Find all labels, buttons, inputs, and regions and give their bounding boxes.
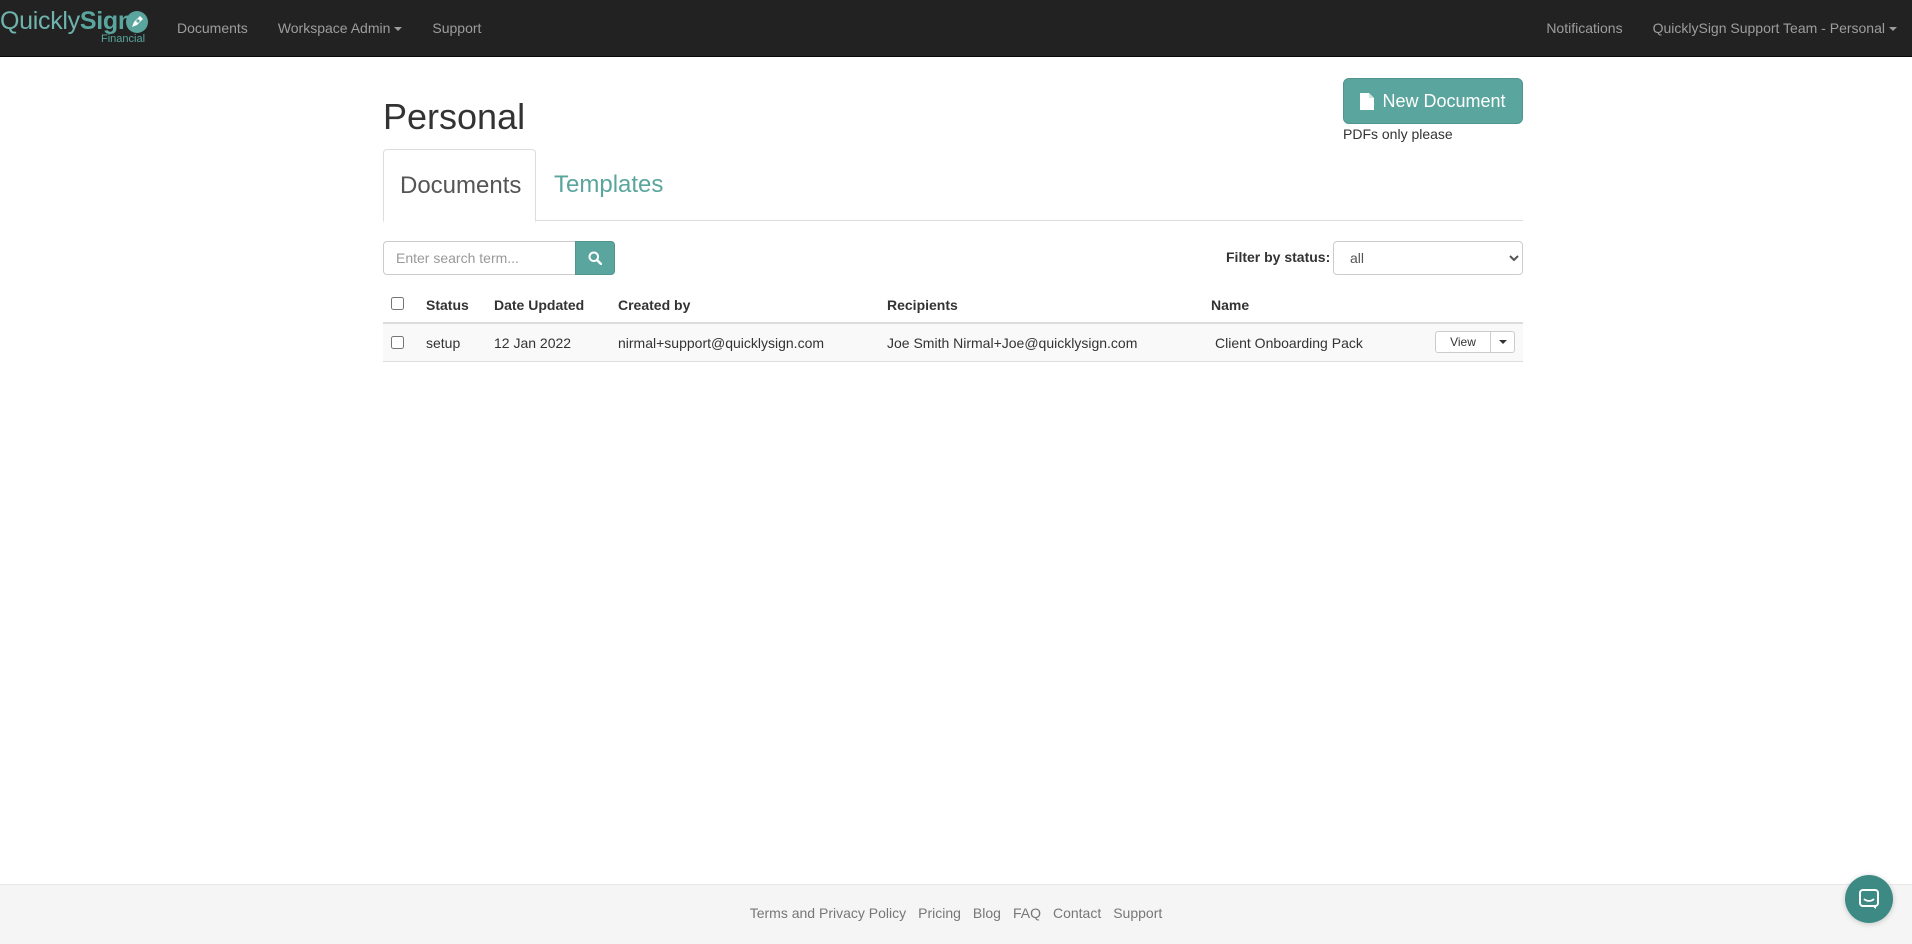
column-header-created-by[interactable]: Created by: [618, 297, 690, 313]
tab-templates[interactable]: Templates: [538, 149, 679, 221]
pen-logo-icon: [126, 10, 148, 33]
row-actions-dropdown-button[interactable]: [1491, 331, 1515, 353]
pdf-hint: PDFs only please: [1343, 126, 1453, 142]
row-checkbox[interactable]: [391, 336, 404, 349]
nav-support[interactable]: Support: [417, 0, 496, 57]
column-header-status[interactable]: Status: [426, 297, 469, 313]
footer-link-pricing[interactable]: Pricing: [918, 905, 961, 921]
search-icon: [588, 251, 602, 265]
page-title: Personal: [383, 96, 526, 137]
chat-icon: [1859, 889, 1879, 909]
nav-account-label: QuicklySign Support Team - Personal: [1652, 19, 1885, 36]
chevron-down-icon: [394, 26, 403, 31]
nav-workspace-admin-label: Workspace Admin: [277, 19, 391, 36]
row-created-by: nirmal+support@quicklysign.com: [618, 335, 825, 351]
footer: Terms and Privacy Policy Pricing Blog FA…: [0, 884, 1912, 944]
view-button[interactable]: View: [1435, 331, 1491, 353]
file-icon: [1360, 92, 1375, 110]
footer-link-contact[interactable]: Contact: [1053, 905, 1101, 921]
footer-link-blog[interactable]: Blog: [973, 905, 1001, 921]
select-all-checkbox[interactable]: [391, 297, 404, 310]
column-header-date-updated[interactable]: Date Updated: [494, 297, 584, 313]
nav-account-menu[interactable]: QuicklySign Support Team - Personal: [1638, 0, 1912, 57]
filter-status-label: Filter by status:: [1226, 249, 1331, 265]
search-input[interactable]: [383, 241, 576, 275]
column-header-recipients[interactable]: Recipients: [887, 297, 958, 313]
column-header-name[interactable]: Name: [1211, 297, 1249, 313]
chevron-down-icon: [1889, 26, 1897, 31]
top-navbar: QuicklySign Financial Documents Workspac…: [0, 0, 1912, 57]
table-row[interactable]: setup 12 Jan 2022 nirmal+support@quickly…: [383, 324, 1523, 362]
tab-documents[interactable]: Documents: [383, 149, 536, 222]
filter-status-select[interactable]: all: [1333, 241, 1523, 275]
document-tabs: Documents Templates: [383, 149, 1523, 222]
chevron-down-icon: [1498, 340, 1507, 344]
footer-link-terms[interactable]: Terms and Privacy Policy: [750, 905, 906, 921]
row-action-group: View: [1435, 331, 1515, 353]
table-header-row: Status Date Updated Created by Recipient…: [383, 287, 1523, 324]
footer-link-support[interactable]: Support: [1113, 905, 1162, 921]
new-document-label: New Document: [1382, 90, 1506, 111]
nav-documents[interactable]: Documents: [162, 0, 263, 57]
brand-logo-link[interactable]: QuicklySign Financial: [0, 0, 152, 57]
nav-notifications[interactable]: Notifications: [1531, 0, 1637, 57]
row-status: setup: [426, 335, 461, 351]
footer-link-faq[interactable]: FAQ: [1013, 905, 1041, 921]
new-document-button[interactable]: New Document: [1343, 78, 1523, 124]
brand-subtitle: Financial: [101, 32, 146, 45]
nav-workspace-admin[interactable]: Workspace Admin: [263, 0, 418, 57]
brand-name: QuicklySign: [0, 6, 133, 35]
search-button[interactable]: [575, 241, 615, 275]
row-recipients: Joe Smith Nirmal+Joe@quicklysign.com: [887, 335, 1138, 351]
row-name[interactable]: Client Onboarding Pack: [1215, 335, 1363, 351]
row-date-updated: 12 Jan 2022: [494, 335, 572, 351]
chat-launcher-button[interactable]: [1845, 875, 1893, 923]
documents-table: Status Date Updated Created by Recipient…: [383, 287, 1523, 362]
